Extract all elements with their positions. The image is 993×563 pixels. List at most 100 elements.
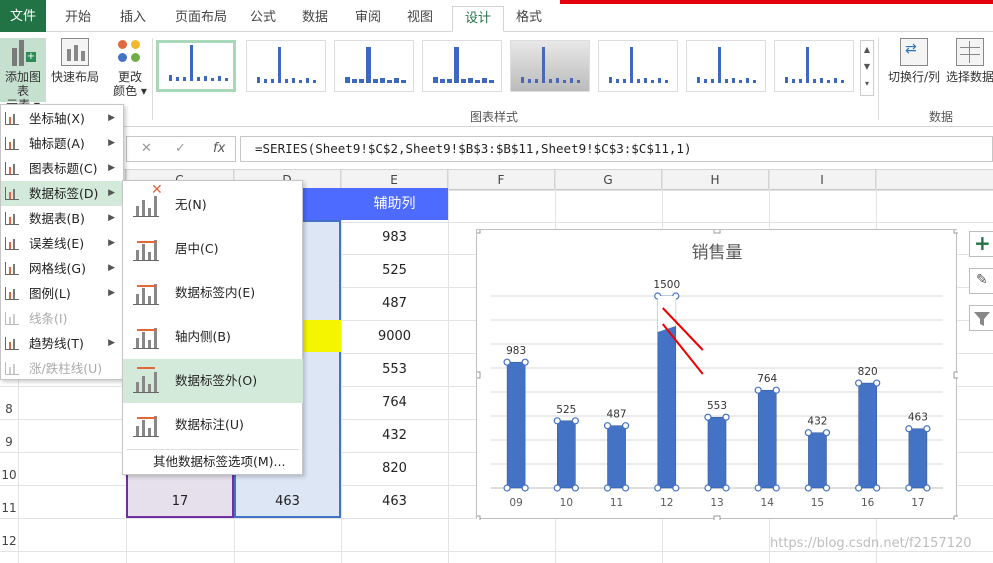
bar-selection-handle	[621, 484, 630, 492]
column-header-G[interactable]: G	[555, 170, 662, 190]
switch-row-column-label: 切换行/列	[887, 70, 941, 84]
bar-selection-handle	[873, 379, 881, 387]
quick-layout-button[interactable]: 快速布局	[50, 38, 100, 102]
highlighted-cell[interactable]	[303, 320, 341, 352]
column-gridline	[448, 170, 449, 563]
menu-item-9[interactable]: 趋势线(T) ▶	[1, 331, 123, 356]
cancel-formula-icon[interactable]: ✕	[141, 137, 152, 161]
chart-style-7[interactable]	[686, 40, 766, 92]
data-label-option-icon: ✕	[133, 183, 163, 217]
chart-styles-button[interactable]: ✎	[969, 268, 993, 294]
formula-input[interactable]: =SERIES(Sheet9!$C$2,Sheet9!$B$3:$B$11,Sh…	[240, 136, 993, 162]
cell-d-value[interactable]: 487	[341, 288, 448, 320]
x-tick-label-14: 14	[761, 497, 775, 509]
chart-elements-button[interactable]: +	[969, 231, 993, 257]
change-colors-label-2: 颜色 ▾	[113, 84, 147, 98]
column-header-E[interactable]: E	[341, 170, 448, 190]
tab-3[interactable]: 页面布局	[162, 6, 240, 32]
data-label-option-icon	[133, 367, 159, 393]
header-cell-d[interactable]: 辅助列	[341, 188, 448, 220]
bar-selection-handle	[571, 417, 579, 425]
menu-item-0[interactable]: 坐标轴(X) ▶	[1, 106, 123, 131]
chart-style-8[interactable]	[774, 40, 854, 92]
tab-1[interactable]: 开始	[52, 6, 104, 32]
bar-selection-handle	[822, 429, 831, 437]
bar-selection-handle	[553, 417, 561, 425]
menu-item-5[interactable]: 误差线(E) ▶	[1, 231, 123, 256]
chart-filters-button[interactable]	[969, 305, 993, 331]
tab-2[interactable]: 插入	[108, 6, 158, 32]
row-header-9[interactable]: 9	[0, 435, 18, 449]
tab-8[interactable]: 设计	[452, 6, 504, 32]
legend-icon	[5, 287, 19, 300]
cell-d-value[interactable]: 463	[341, 486, 448, 518]
data-label-option-4[interactable]: 数据标签外(O)	[123, 359, 303, 403]
column-header-I[interactable]: I	[769, 170, 876, 190]
select-data-icon	[956, 38, 984, 66]
add-chart-element-button[interactable]: + 添加图表 元素 ▾	[0, 38, 46, 112]
data-label-option-1[interactable]: 居中(C)	[123, 227, 303, 271]
chart-resize-handle	[713, 515, 721, 523]
cell-d-value[interactable]: 432	[341, 420, 448, 452]
menu-item-2[interactable]: 图表标题(C) ▶	[1, 156, 123, 181]
tab-7[interactable]: 视图	[396, 6, 444, 32]
chart-styles-scroll[interactable]: ▲ ▼ ▾	[860, 40, 874, 96]
tab-6[interactable]: 审阅	[344, 6, 392, 32]
data-label-option-0[interactable]: ✕ 无(N)	[123, 183, 303, 227]
cell-d-value[interactable]: 820	[341, 453, 448, 485]
menu-item-6[interactable]: 网格线(G) ▶	[1, 256, 123, 281]
data-label-10: 525	[556, 404, 576, 416]
menu-item-3[interactable]: 数据标签(D) ▶	[1, 181, 123, 206]
menu-item-label: 数据表(B)	[29, 211, 85, 226]
data-label-option-3[interactable]: 轴内侧(B)	[123, 315, 303, 359]
data-label-option-2[interactable]: 数据标签内(E)	[123, 271, 303, 315]
bar-13	[707, 416, 727, 489]
cell-d-value[interactable]: 9000	[341, 321, 448, 353]
menu-item-7[interactable]: 图例(L) ▶	[1, 281, 123, 306]
data-label-15: 432	[807, 416, 827, 428]
cell-c11[interactable]: 463	[234, 486, 341, 518]
chart-resize-handle	[953, 226, 961, 234]
cell-d-value[interactable]: 764	[341, 387, 448, 419]
chart-style-3[interactable]	[334, 40, 414, 92]
chart-style-2[interactable]	[246, 40, 326, 92]
chart-style-6[interactable]	[598, 40, 678, 92]
select-data-label: 选择数据	[945, 70, 993, 84]
cell-d-value[interactable]: 553	[341, 354, 448, 386]
formula-buttons: ✕ ✓ fx	[126, 136, 236, 162]
tab-5[interactable]: 数据	[290, 6, 340, 32]
row-header-11[interactable]: 11	[0, 501, 18, 515]
row-header-10[interactable]: 10	[0, 468, 18, 482]
switch-row-column-icon: ⇄	[900, 38, 928, 66]
tab-4[interactable]: 公式	[240, 6, 286, 32]
tab-9[interactable]: 格式	[506, 6, 552, 32]
column-header-F[interactable]: F	[448, 170, 555, 190]
insert-function-icon[interactable]: fx	[213, 137, 225, 161]
bar-selection-handle	[822, 484, 831, 492]
cell-d-value[interactable]: 983	[341, 222, 448, 254]
more-data-label-options[interactable]: 其他数据标签选项(M)...	[153, 451, 285, 473]
chart-style-1[interactable]	[156, 40, 236, 92]
data-label-option-5[interactable]: 数据标注(U)	[123, 403, 303, 447]
bar-selection-handle	[905, 484, 913, 492]
brush-icon: ✎	[976, 272, 988, 288]
cell-d-value[interactable]: 525	[341, 255, 448, 287]
cell-b11[interactable]: 17	[126, 486, 234, 518]
menu-item-1[interactable]: 轴标题(A) ▶	[1, 131, 123, 156]
enter-formula-icon[interactable]: ✓	[175, 137, 186, 161]
menu-item-8: 线条(I)	[1, 306, 123, 331]
quick-layout-label: 快速布局	[50, 70, 99, 84]
chart-style-4[interactable]	[422, 40, 502, 92]
row-header-8[interactable]: 8	[0, 402, 18, 416]
column-header-H[interactable]: H	[662, 170, 769, 190]
bar-14	[757, 389, 777, 489]
tab-0[interactable]: 文件	[0, 0, 46, 32]
bar-selection-handle	[621, 422, 630, 430]
select-data-button[interactable]: 选择数据	[944, 38, 993, 102]
chart-area[interactable]: 销售量 983 09 525 10 487 11 1500 12 553 13 764 14 432 15 8…	[473, 226, 961, 523]
menu-item-4[interactable]: 数据表(B) ▶	[1, 206, 123, 231]
row-header-12[interactable]: 12	[0, 534, 18, 548]
chart-style-5[interactable]	[510, 40, 590, 92]
switch-row-column-button[interactable]: ⇄ 切换行/列	[884, 38, 944, 102]
change-colors-button[interactable]: 更改 颜色 ▾	[108, 38, 152, 102]
